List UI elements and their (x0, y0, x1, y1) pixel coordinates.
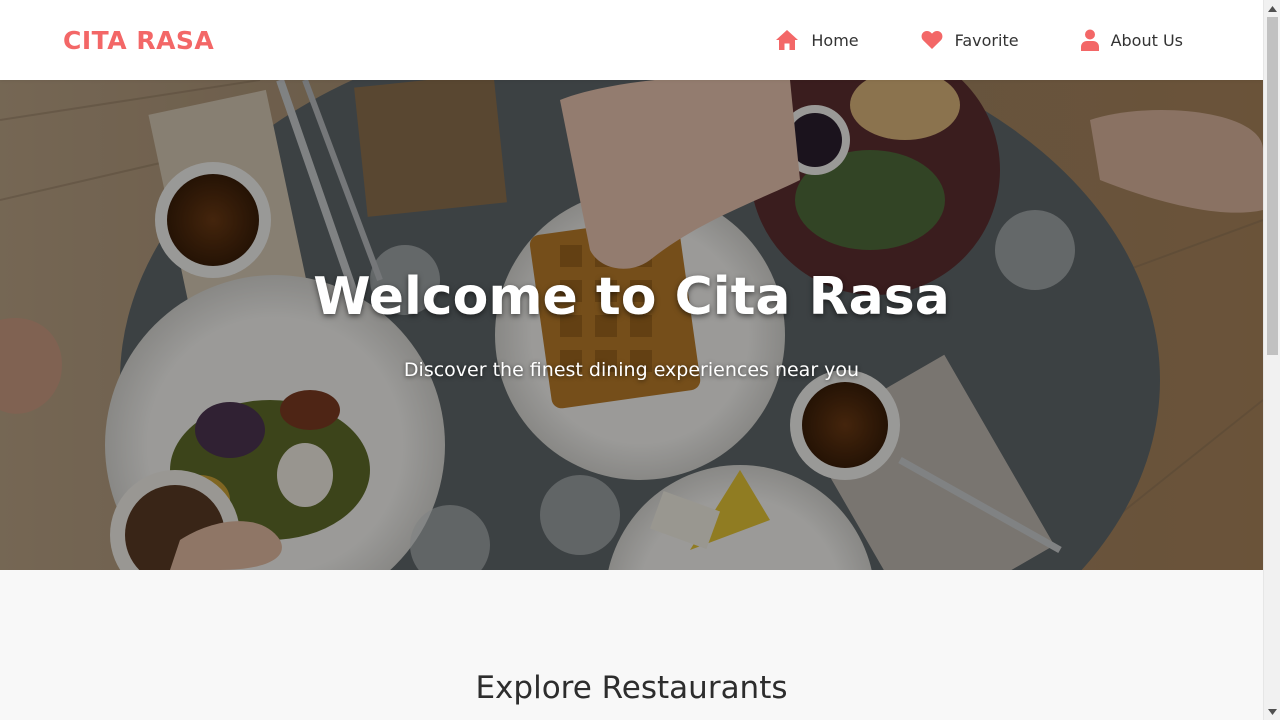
vertical-scrollbar[interactable] (1263, 0, 1280, 720)
nav-item-label: About Us (1110, 30, 1183, 50)
heart-icon (921, 30, 943, 50)
home-icon (775, 29, 799, 51)
nav-item-about-us[interactable]: About Us (1080, 29, 1183, 51)
nav-item-home[interactable]: Home (775, 29, 859, 51)
nav-item-label: Home (811, 30, 859, 50)
section-title: Explore Restaurants (475, 670, 788, 706)
scroll-down-arrow-icon[interactable] (1264, 703, 1280, 720)
hero-section: Welcome to Cita Rasa Discover the finest… (0, 80, 1263, 570)
app-bar: CITA RASA Home Favorite About Us (0, 0, 1263, 80)
user-icon (1080, 29, 1099, 51)
hero-content: Welcome to Cita Rasa Discover the finest… (0, 265, 1263, 381)
nav-item-label: Favorite (954, 30, 1019, 50)
hero-subtitle: Discover the finest dining experiences n… (403, 359, 860, 381)
hero-title: Welcome to Cita Rasa (313, 267, 950, 327)
nav-item-favorite[interactable]: Favorite (921, 30, 1019, 50)
explore-section: Explore Restaurants (0, 570, 1263, 720)
main-nav: Home Favorite About Us (713, 29, 1183, 51)
scroll-up-arrow-icon[interactable] (1264, 0, 1280, 17)
scrollbar-thumb[interactable] (1267, 17, 1278, 355)
brand-logo[interactable]: CITA RASA (63, 26, 214, 55)
page: CITA RASA Home Favorite About Us Welcome… (0, 0, 1263, 720)
